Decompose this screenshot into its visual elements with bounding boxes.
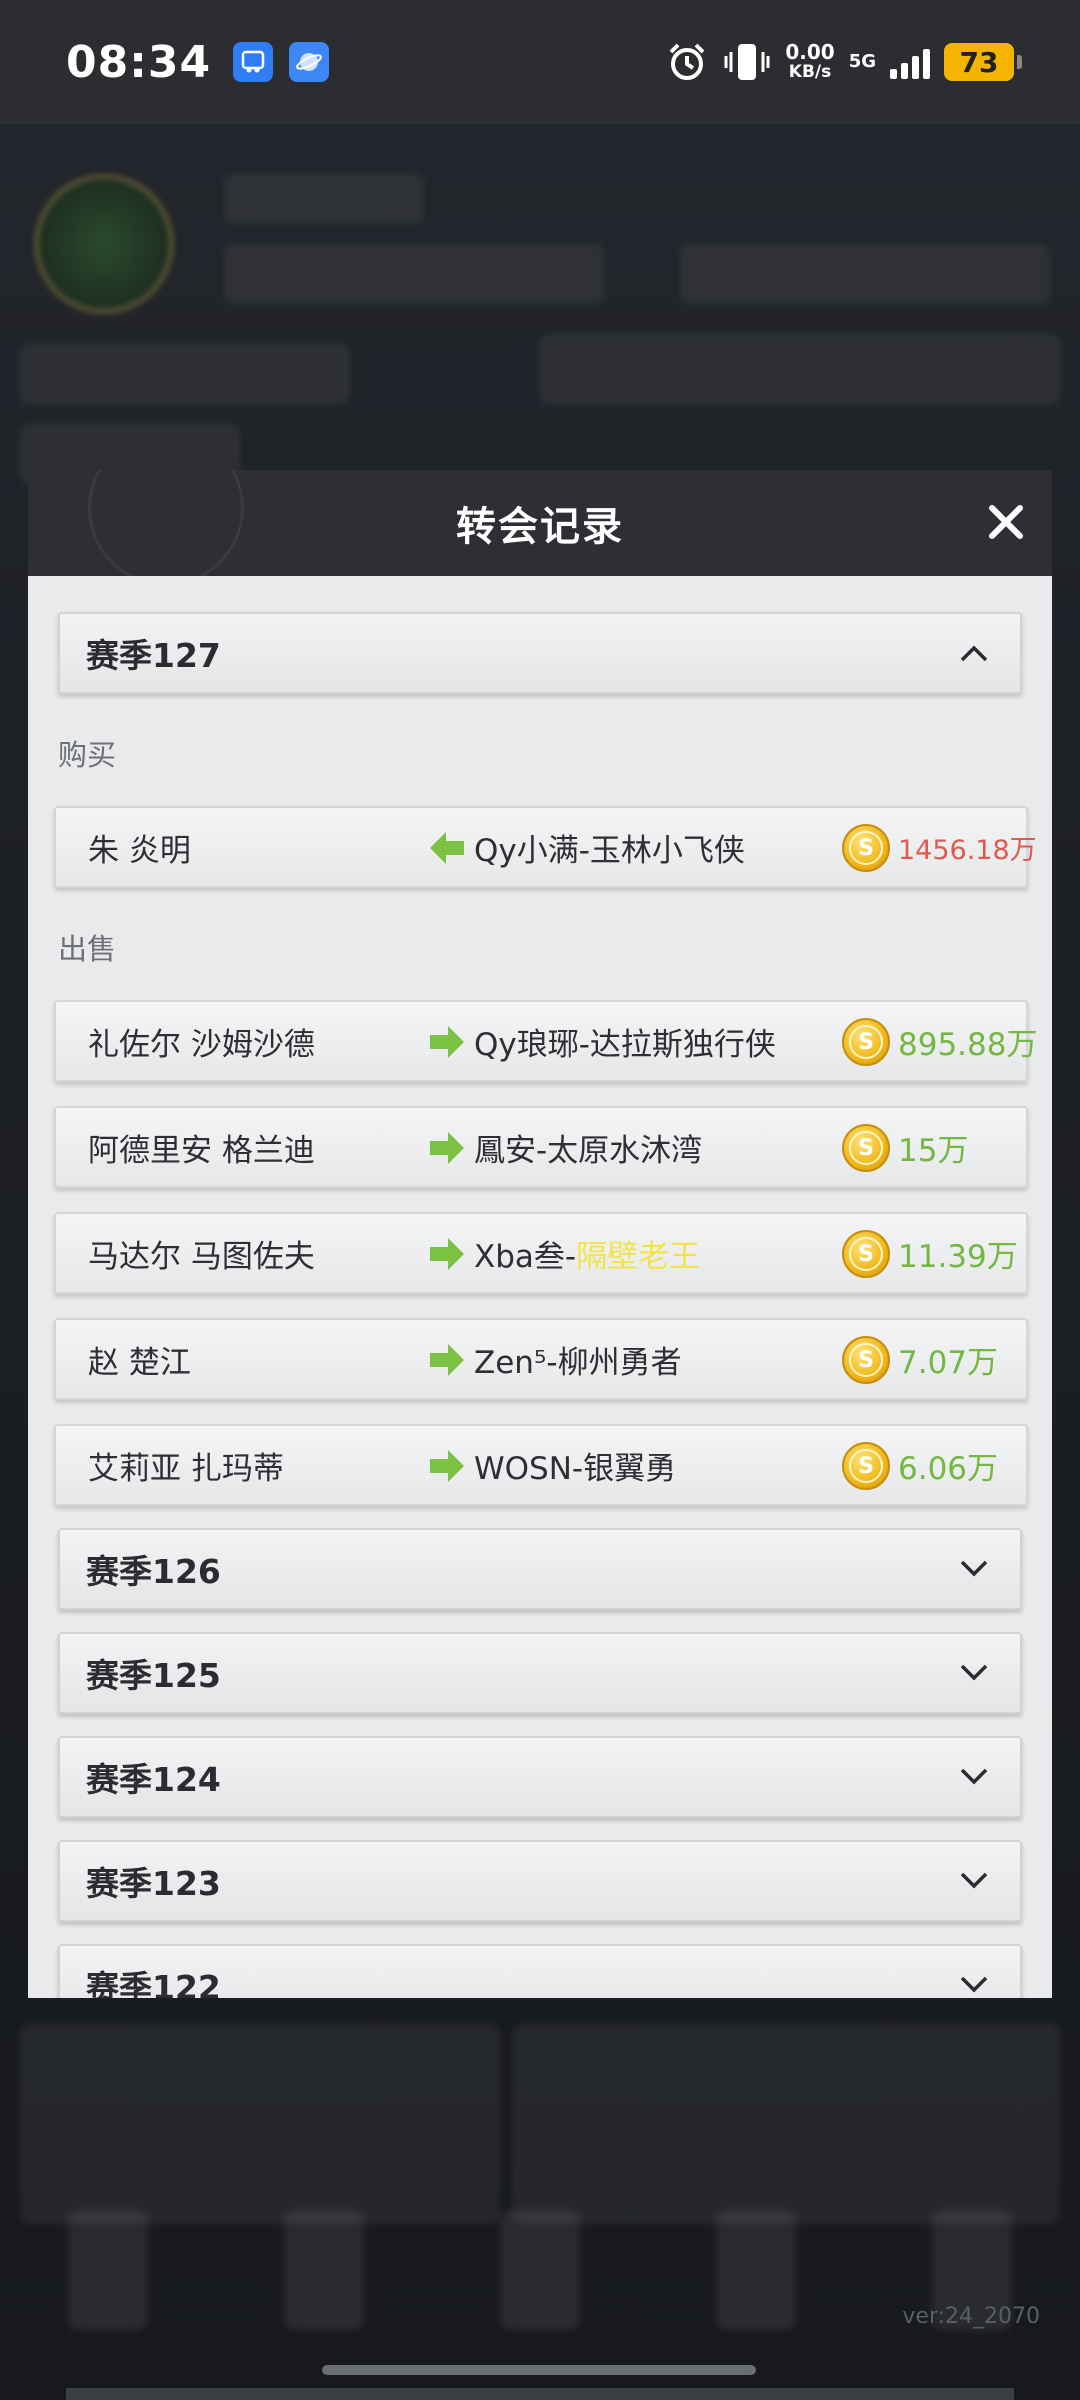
arrow-right-icon — [430, 1344, 464, 1376]
alarm-icon — [669, 43, 705, 80]
signal-type: 5G — [848, 51, 876, 72]
team-badge-blurred — [34, 174, 174, 314]
season-label: 赛季126 — [86, 1552, 221, 1591]
close-icon — [989, 505, 1023, 539]
player-name: 马达尔 马图佐夫 — [88, 1238, 315, 1275]
transfer-row[interactable]: 礼佐尔 沙姆沙德 Qy琅琊-达拉斯独行侠 S 895.88万 — [54, 1000, 1037, 1082]
modal-header: 转会记录 — [28, 470, 1052, 586]
arrow-right-icon — [430, 1450, 464, 1482]
player-name: 礼佐尔 沙姆沙德 — [88, 1026, 315, 1063]
battery-icon: 73 — [944, 43, 1022, 81]
transfer-row[interactable]: 赵 楚江 Zen⁵-柳州勇者 S 7.07万 — [54, 1318, 1028, 1400]
team-name-highlight: 隔壁老王 — [576, 1238, 701, 1275]
season-label: 赛季124 — [86, 1760, 221, 1799]
transfer-price: 15万 — [898, 1132, 969, 1169]
season-header-124[interactable]: 赛季124 — [58, 1736, 1022, 1818]
close-button[interactable] — [976, 492, 1036, 552]
coin-icon: S — [842, 1442, 890, 1490]
bg-link — [20, 344, 350, 404]
bg-team-name — [224, 174, 424, 224]
player-name: 阿德里安 格兰迪 — [88, 1132, 315, 1169]
status-bar: 08:34 0.00 KB/s 5G 73 — [0, 0, 1080, 124]
season-label: 赛季127 — [86, 636, 221, 675]
modal-title: 转会记录 — [456, 504, 624, 550]
season-label: 赛季122 — [86, 1968, 221, 1998]
browser-icon — [289, 42, 330, 82]
transfer-price: 7.07万 — [898, 1344, 999, 1381]
team-name: Xba叁-隔壁老王 — [474, 1238, 701, 1275]
modal-body: 赛季127 购买 朱 炎明 Qy小满-玉林小飞侠 S 1456.18万 出售 礼… — [28, 612, 1052, 1998]
season-header-125[interactable]: 赛季125 — [58, 1632, 1022, 1714]
season-header-123[interactable]: 赛季123 — [58, 1840, 1022, 1922]
season-header-126[interactable]: 赛季126 — [58, 1528, 1022, 1610]
season-header-127[interactable]: 赛季127 — [58, 612, 1022, 694]
chevron-down-icon — [954, 1549, 994, 1589]
transfer-price: 1456.18万 — [898, 834, 1037, 866]
team-name: Zen⁵-柳州勇者 — [474, 1344, 682, 1381]
team-name: 鳳安-太原水沐湾 — [474, 1132, 703, 1169]
transfer-row[interactable]: 艾莉亚 扎玛蒂 WOSN-银翼勇 S 6.06万 — [54, 1424, 1028, 1506]
bg-bottom-nav — [0, 2140, 1080, 2400]
transfer-price: 6.06万 — [898, 1450, 999, 1487]
bg-actions — [540, 334, 1060, 404]
home-indicator[interactable] — [322, 2365, 756, 2375]
buy-section-label: 购买 — [58, 738, 117, 772]
transfer-record-modal: 转会记录 赛季127 购买 朱 炎明 Qy小满-玉林小飞侠 S 1456.18万… — [28, 470, 1052, 1998]
net-speed: 0.00 KB/s — [785, 40, 835, 82]
chevron-down-icon — [954, 1757, 994, 1797]
notification-app-icon — [233, 42, 274, 82]
chevron-down-icon — [954, 1653, 994, 1693]
player-name: 艾莉亚 扎玛蒂 — [88, 1450, 284, 1487]
player-name: 朱 炎明 — [88, 832, 191, 869]
player-name: 赵 楚江 — [88, 1344, 191, 1381]
status-time: 08:34 — [66, 36, 212, 88]
chevron-down-icon — [954, 1861, 994, 1901]
team-name: WOSN-银翼勇 — [474, 1450, 677, 1487]
arrow-left-icon — [430, 832, 464, 864]
signal-bars-icon — [890, 45, 930, 79]
bg-coin-bar — [224, 244, 604, 304]
coin-icon: S — [842, 1336, 890, 1384]
vibrate-icon — [724, 44, 770, 80]
coin-icon: S — [842, 1018, 890, 1066]
coin-icon: S — [842, 824, 890, 872]
arrow-right-icon — [430, 1238, 464, 1270]
team-name: Qy小满-玉林小飞侠 — [474, 832, 745, 869]
chevron-down-icon — [954, 1965, 994, 1998]
bottom-strip — [66, 2388, 1014, 2400]
transfer-price: 11.39万 — [898, 1238, 1018, 1275]
coin-icon: S — [842, 1230, 890, 1278]
bg-gem-bar — [680, 244, 1050, 304]
version-label: ver:24_2070 — [902, 2304, 1040, 2329]
sell-section-label: 出售 — [58, 932, 117, 966]
season-label: 赛季125 — [86, 1656, 221, 1695]
team-name: Qy琅琊-达拉斯独行侠 — [474, 1026, 776, 1063]
transfer-row[interactable]: 阿德里安 格兰迪 鳳安-太原水沐湾 S 15万 — [54, 1106, 1028, 1188]
chevron-up-icon — [954, 633, 994, 673]
season-header-122[interactable]: 赛季122 — [58, 1944, 1022, 1998]
arrow-right-icon — [430, 1132, 464, 1164]
transfer-price: 895.88万 — [898, 1026, 1038, 1063]
arrow-right-icon — [430, 1026, 464, 1058]
season-label: 赛季123 — [86, 1864, 221, 1903]
transfer-row[interactable]: 马达尔 马图佐夫 Xba叁-隔壁老王 S 11.39万 — [54, 1212, 1028, 1294]
transfer-row[interactable]: 朱 炎明 Qy小满-玉林小飞侠 S 1456.18万 — [54, 806, 1037, 888]
coin-icon: S — [842, 1124, 890, 1172]
